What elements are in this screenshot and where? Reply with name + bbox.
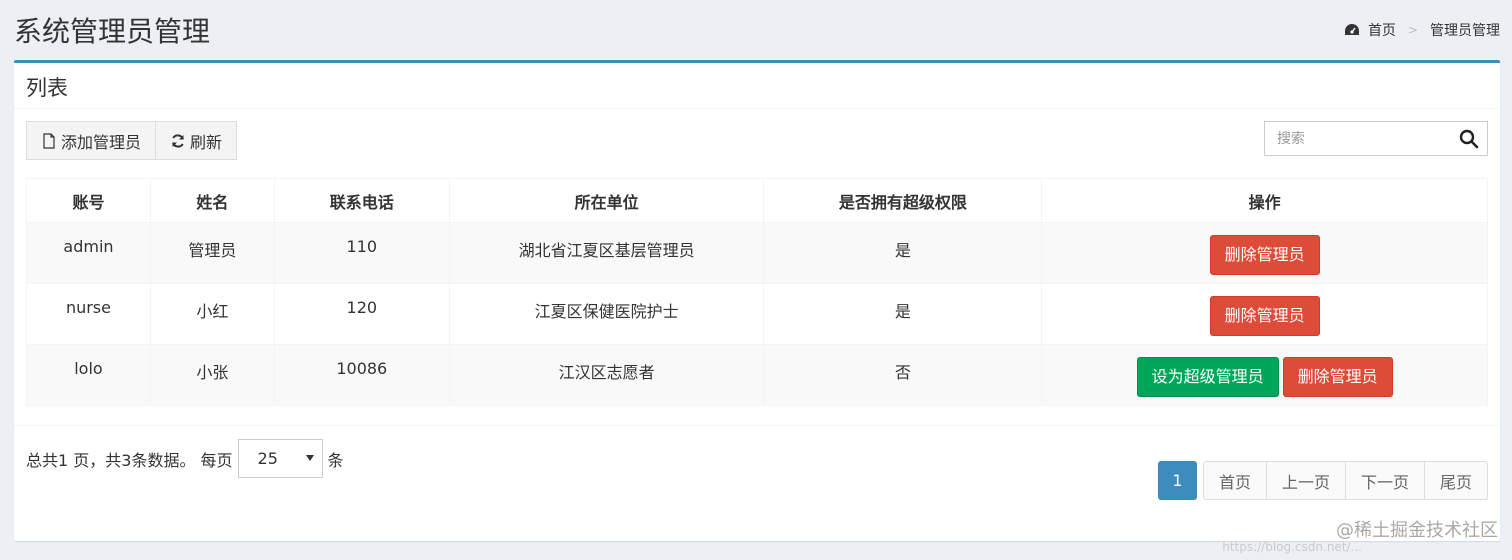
header-phone: 联系电话: [273, 178, 450, 223]
add-admin-button[interactable]: 添加管理员: [26, 121, 157, 160]
box-title: 列表: [14, 63, 1500, 109]
refresh-label: 刷新: [190, 132, 223, 152]
cell-account: nurse: [26, 283, 151, 345]
breadcrumb-home-link[interactable]: 首页: [1368, 20, 1396, 40]
header-super: 是否拥有超级权限: [763, 178, 1043, 223]
cell-unit: 江汉区志愿者: [448, 344, 765, 406]
cell-name: 管理员: [149, 222, 275, 284]
cell-super: 是: [763, 283, 1043, 345]
header-actions: 操作: [1041, 178, 1488, 223]
search-input[interactable]: [1265, 122, 1459, 155]
cell-unit: 江夏区保健医院护士: [448, 283, 765, 345]
page-current[interactable]: 1: [1157, 461, 1197, 500]
file-icon: [43, 132, 55, 149]
cell-phone: 110: [273, 222, 450, 284]
summary-info: 总共1 页，共3条数据。 每页: [26, 451, 233, 470]
table-row: admin 管理员 110 湖北省江夏区基层管理员 是 删除管理员: [26, 222, 1488, 284]
page-prev-button[interactable]: 上一页: [1266, 461, 1346, 500]
cell-unit: 湖北省江夏区基层管理员: [448, 222, 765, 284]
page-next-button[interactable]: 下一页: [1345, 461, 1425, 500]
header-account: 账号: [26, 178, 151, 223]
cell-super: 是: [763, 222, 1043, 284]
table-header-row: 账号 姓名 联系电话 所在单位 是否拥有超级权限 操作: [26, 178, 1488, 223]
toolbar: 添加管理员 刷新: [26, 121, 238, 160]
caret-down-icon: [305, 455, 314, 461]
breadcrumb-separator: >: [1407, 23, 1418, 37]
breadcrumb: 首页 > 管理员管理: [1344, 20, 1500, 40]
cell-phone: 10086: [273, 344, 450, 406]
header-unit: 所在单位: [448, 178, 765, 223]
delete-admin-button[interactable]: 删除管理员: [1282, 357, 1393, 397]
watermark: @稀土掘金技术社区: [1336, 520, 1498, 541]
cell-super: 否: [763, 344, 1043, 406]
watermark-url: https://blog.csdn.net/...: [1222, 540, 1362, 554]
pagination-summary: 总共1 页，共3条数据。 每页 25 条: [26, 439, 344, 478]
pagination: 1 首页 上一页 下一页 尾页: [1157, 461, 1488, 500]
cell-name: 小张: [149, 344, 275, 406]
breadcrumb-current: 管理员管理: [1430, 23, 1500, 39]
page-first-button[interactable]: 首页: [1202, 461, 1267, 500]
divider: [14, 425, 1500, 426]
dashboard-icon: [1344, 24, 1359, 35]
admin-table: 账号 姓名 联系电话 所在单位 是否拥有超级权限 操作 admin 管理员 11…: [26, 178, 1488, 406]
table-row: lolo 小张 10086 江汉区志愿者 否 设为超级管理员 删除管理员: [26, 344, 1488, 406]
refresh-icon: [172, 133, 184, 148]
cell-actions: 设为超级管理员 删除管理员: [1041, 344, 1488, 406]
search-box: [1264, 121, 1488, 156]
cell-name: 小红: [149, 283, 275, 345]
add-admin-label: 添加管理员: [61, 132, 142, 152]
page-size-select[interactable]: 25: [237, 439, 323, 478]
summary-unit: 条: [327, 451, 344, 470]
page-last-button[interactable]: 尾页: [1424, 461, 1488, 500]
page-title: 系统管理员管理: [14, 15, 211, 48]
cell-account: lolo: [26, 344, 151, 406]
refresh-button[interactable]: 刷新: [156, 121, 238, 160]
delete-admin-button[interactable]: 删除管理员: [1209, 296, 1320, 336]
cell-account: admin: [26, 222, 151, 284]
cell-actions: 删除管理员: [1041, 222, 1488, 284]
delete-admin-button[interactable]: 删除管理员: [1209, 235, 1320, 275]
search-icon[interactable]: [1459, 129, 1479, 149]
header-name: 姓名: [149, 178, 275, 223]
table-row: nurse 小红 120 江夏区保健医院护士 是 删除管理员: [26, 283, 1488, 345]
page-size-value: 25: [257, 449, 278, 468]
cell-actions: 删除管理员: [1041, 283, 1488, 345]
cell-phone: 120: [273, 283, 450, 345]
list-box: 列表 添加管理员 刷新 搜索 账号 姓名 联系电话 所在单位 是否拥有超级权限 …: [14, 60, 1500, 541]
set-super-admin-button[interactable]: 设为超级管理员: [1136, 357, 1279, 397]
